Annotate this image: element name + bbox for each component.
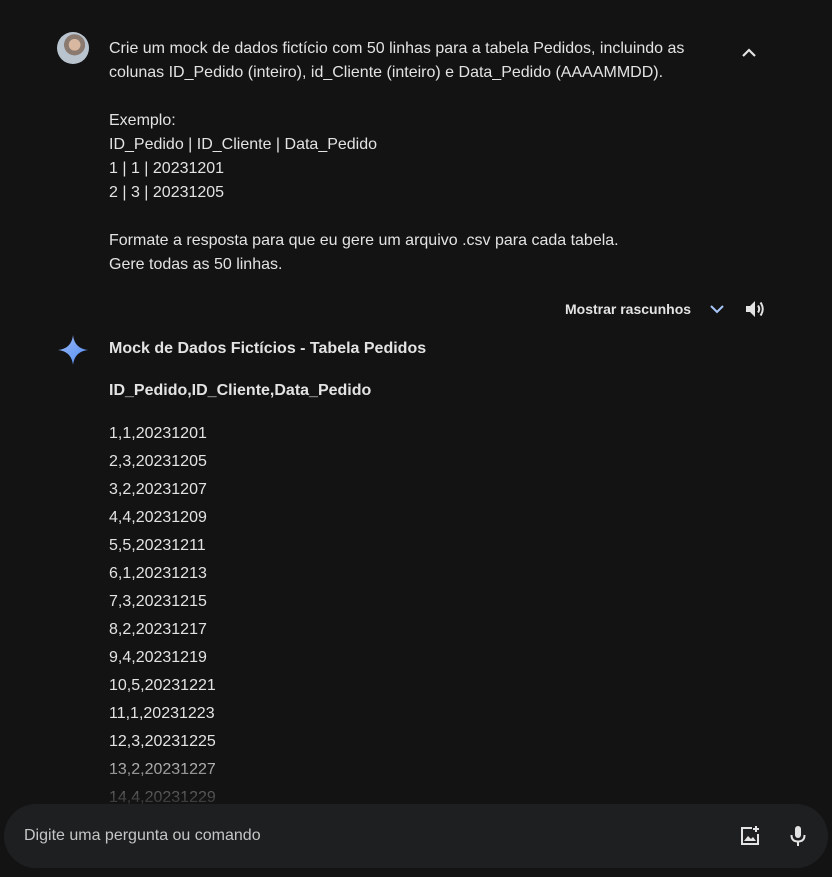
csv-row: 13,2,20231227 [109,761,216,778]
csv-row: 9,4,20231219 [109,649,207,666]
csv-row: 1,1,20231201 [109,425,207,442]
user-message-line: Crie um mock de dados fictício com 50 li… [109,40,685,57]
user-message-line: Gere todas as 50 linhas. [109,256,283,273]
add-image-icon [741,826,759,845]
chevron-down-icon [710,305,724,314]
add-image-button[interactable] [738,824,762,848]
response-title: Mock de Dados Fictícios - Tabela Pedidos [109,340,427,357]
chevron-up-icon [742,47,756,57]
microphone-icon [790,826,806,846]
csv-row: 7,3,20231215 [109,593,207,610]
csv-row: 5,5,20231211 [109,537,206,554]
prompt-input[interactable] [24,824,704,848]
csv-row: 3,2,20231207 [109,481,207,498]
csv-row: 4,4,20231209 [109,509,207,526]
read-aloud-button[interactable] [743,297,767,321]
sparkle-icon [58,335,88,365]
user-message: Crie um mock de dados fictício com 50 li… [109,37,729,277]
user-message-line: Exemplo: [109,112,176,129]
user-message-line: ID_Pedido | ID_Cliente | Data_Pedido [109,136,378,153]
user-message-line: 2 | 3 | 20231205 [109,184,225,201]
csv-row: 2,3,20231205 [109,453,207,470]
volume-icon [746,301,764,317]
user-message-line: 1 | 1 | 20231201 [109,160,225,177]
csv-row: 6,1,20231213 [109,565,207,582]
user-avatar [57,32,89,64]
csv-row: 11,1,20231223 [109,705,215,722]
csv-row: 8,2,20231217 [109,621,207,638]
collapse-button[interactable] [735,40,763,64]
show-drafts-label: Mostrar rascunhos [565,301,692,317]
user-message-line [109,205,729,229]
prompt-bar [4,804,828,868]
user-message-line: colunas ID_Pedido (inteiro), id_Cliente … [109,64,664,81]
csv-rows: 1,1,20231201 2,3,20231205 3,2,20231207 4,4,… [109,423,216,815]
user-message-line [109,85,729,109]
chat-window: Crie um mock de dados fictício com 50 li… [0,0,832,877]
csv-row: 10,5,20231221 [109,677,216,694]
show-drafts-button[interactable]: Mostrar rascunhos [565,297,725,321]
user-message-line: Formate a resposta para que eu gere um a… [109,232,619,249]
csv-header: ID_Pedido,ID_Cliente,Data_Pedido [109,382,372,399]
microphone-button[interactable] [786,824,810,848]
csv-row: 12,3,20231225 [109,733,216,750]
